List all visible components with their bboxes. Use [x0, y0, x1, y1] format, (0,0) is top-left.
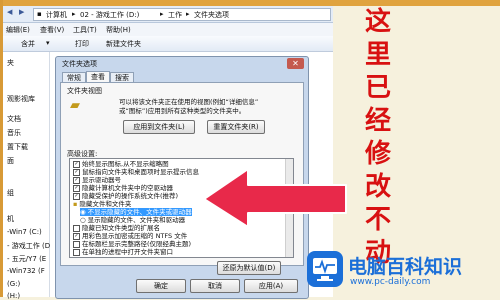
setting-row[interactable]: 在标题栏显示完整路径(仅限经典主题)	[73, 240, 191, 248]
setting-row-selected[interactable]: ◉ 不显示隐藏的文件、文件夹或驱动器	[80, 208, 192, 216]
breadcrumb-sep-icon: ▸	[186, 10, 190, 18]
folder-icon: ▰	[70, 98, 80, 113]
nav-item[interactable]: 音乐	[7, 128, 21, 138]
annotation-char: 已	[364, 73, 391, 103]
annotation-char: 经	[364, 106, 391, 136]
breadcrumb-sep-icon: ▸	[72, 10, 76, 18]
close-icon[interactable]: ✕	[287, 58, 304, 69]
cancel-button[interactable]: 取消	[190, 279, 240, 293]
setting-row[interactable]: ✓ 显示驱动器号	[73, 176, 121, 184]
setting-row[interactable]: 在单独的进程中打开文件夹窗口	[73, 248, 173, 256]
ok-button[interactable]: 确定	[136, 279, 186, 293]
checkbox-icon[interactable]	[73, 224, 80, 232]
logo-url: www.pc-daily.com	[350, 277, 431, 287]
checkbox-checked-icon[interactable]: ✓	[73, 160, 80, 168]
nav-item[interactable]: 置下载	[7, 142, 28, 152]
menu-bar: 编辑(E) 查看(V) 工具(T) 帮助(H)	[3, 23, 333, 36]
setting-row[interactable]: ✓ 隐藏计算机文件夹中的空驱动器	[73, 184, 173, 192]
nav-item[interactable]: 组	[7, 188, 14, 198]
nav-item[interactable]: -Win7 (C:)	[7, 228, 42, 236]
nav-item[interactable]: 机	[7, 214, 14, 224]
restore-defaults-button[interactable]: 还原为默认值(D)	[217, 261, 281, 275]
setting-row[interactable]: ✓ 隐藏受保护的操作系统文件(推荐)	[73, 192, 178, 200]
folder-group-icon: ▪	[73, 200, 78, 208]
checkbox-checked-icon[interactable]: ✓	[73, 176, 80, 184]
checkbox-checked-icon[interactable]: ✓	[73, 232, 80, 240]
radio-icon[interactable]: ○	[80, 216, 86, 224]
menu-view[interactable]: 查看(V)	[40, 25, 64, 35]
dialog-title: 文件夹选项	[62, 60, 97, 68]
menu-tools[interactable]: 工具(T)	[73, 25, 97, 35]
checkbox-checked-icon[interactable]: ✓	[73, 192, 80, 200]
annotation-char: 这	[364, 7, 391, 37]
navigation-pane: 夹 观影视库 文档 音乐 置下载 面 组 机 -Win7 (C:) - 游戏工作…	[3, 52, 50, 300]
reset-folders-button[interactable]: 重置文件夹(R)	[207, 120, 265, 134]
checkbox-icon[interactable]	[73, 248, 80, 256]
computer-icon: ▪	[37, 10, 42, 18]
annotation-arrow-icon	[203, 168, 347, 227]
setting-group[interactable]: ▪ 隐藏文件和文件夹	[73, 200, 131, 208]
apply-to-folders-button[interactable]: 应用到文件夹(L)	[123, 120, 195, 134]
menu-help[interactable]: 帮助(H)	[106, 25, 131, 35]
logo-text: 电脑百科知识	[348, 256, 463, 278]
nav-item[interactable]: 面	[7, 156, 14, 166]
nav-item[interactable]: (H:)	[7, 292, 20, 300]
setting-row[interactable]: ✓ 用彩色显示加密或压缩的 NTFS 文件	[73, 232, 187, 240]
menu-edit[interactable]: 编辑(E)	[6, 25, 30, 35]
nav-item[interactable]: 文档	[7, 114, 21, 124]
chevron-down-icon[interactable]: ▾	[46, 39, 50, 47]
view-description-2: 或“图标”)应用到所有这种类型的文件夹中。	[119, 107, 246, 115]
breadcrumb-1[interactable]: 02 - 游戏工作 (D:)	[80, 10, 139, 20]
setting-row[interactable]: ✓ 鼠标指向文件夹和桌面项时显示提示信息	[73, 168, 199, 176]
setting-row[interactable]: ○ 显示隐藏的文件、文件夹和驱动器	[80, 216, 185, 224]
organize-button[interactable]: 含并	[21, 39, 35, 49]
annotation-char: 改	[364, 172, 391, 202]
checkbox-checked-icon[interactable]: ✓	[73, 184, 80, 192]
forward-icon[interactable]: ▶	[19, 8, 24, 16]
nav-item[interactable]: 观影视库	[7, 94, 35, 104]
breadcrumb-sep-icon: ▸	[160, 10, 164, 18]
annotation-char: 修	[364, 139, 391, 169]
breadcrumb-3[interactable]: 文件夹选项	[194, 10, 229, 20]
nav-item[interactable]: - 游戏工作 (D	[7, 241, 50, 251]
setting-row[interactable]: ✓ 始终显示图标,从不显示缩略图	[73, 160, 169, 168]
nav-item[interactable]: -Win732 (F	[7, 267, 45, 275]
monitor-logo-icon	[307, 251, 343, 287]
arrow-shape	[203, 168, 347, 227]
toolbar: 含并 ▾ 打印 新建文件夹	[3, 36, 333, 52]
checkbox-icon[interactable]	[73, 240, 80, 248]
breadcrumb-2[interactable]: 工作	[168, 10, 182, 20]
setting-row[interactable]: 隐藏已知文件类型的扩展名	[73, 224, 160, 232]
address-bar[interactable]: ◀ ▶ ▪ 计算机 ▸ 02 - 游戏工作 (D:) ▸ 工作 ▸ 文件夹选项	[3, 6, 333, 23]
radio-selected-icon[interactable]: ◉	[80, 208, 86, 216]
breadcrumb-0[interactable]: 计算机	[46, 10, 67, 20]
apply-button[interactable]: 应用(A)	[244, 279, 298, 293]
nav-item[interactable]: 夹	[7, 58, 14, 68]
site-logo: 电脑百科知识 www.pc-daily.com	[300, 246, 498, 294]
annotation-text: 这 里 已 经 修 改 不 动	[358, 6, 398, 270]
nav-item[interactable]: - 五元/Y7 (E	[7, 254, 46, 264]
folder-views-heading: 文件夹视图	[67, 87, 102, 95]
checkbox-checked-icon[interactable]: ✓	[73, 168, 80, 176]
annotation-char: 不	[364, 205, 391, 235]
address-field[interactable]: ▪ 计算机 ▸ 02 - 游戏工作 (D:) ▸ 工作 ▸ 文件夹选项	[33, 8, 331, 21]
nav-item[interactable]: (G:)	[7, 280, 20, 288]
annotation-char: 里	[364, 40, 391, 70]
new-folder-button[interactable]: 新建文件夹	[106, 39, 141, 49]
back-icon[interactable]: ◀	[7, 8, 12, 16]
print-button[interactable]: 打印	[75, 39, 89, 49]
